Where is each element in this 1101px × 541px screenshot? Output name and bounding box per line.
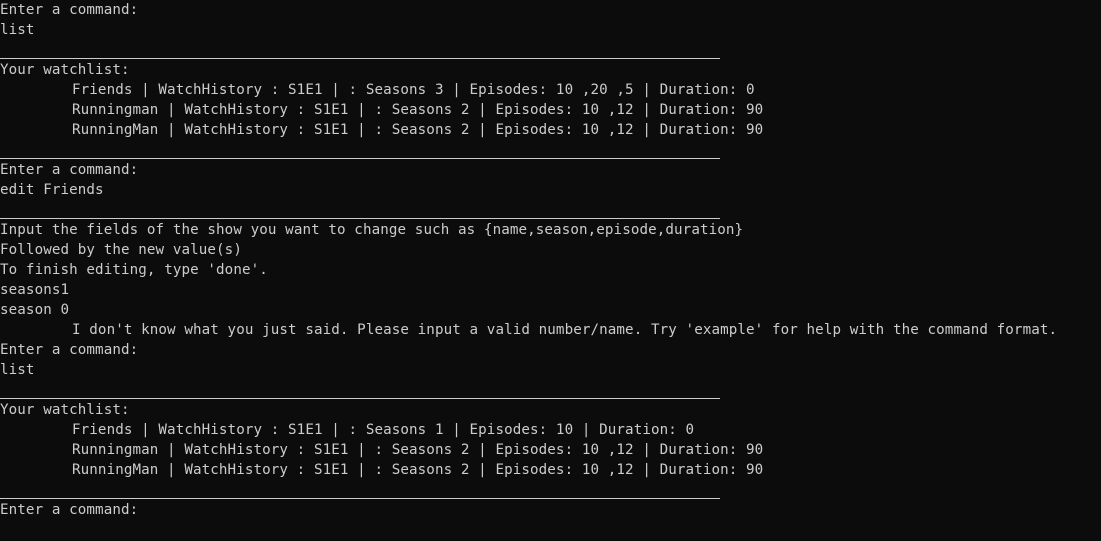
watchlist-entry: Runningman | WatchHistory : S1E1 | : Sea…: [72, 442, 764, 458]
separator-line: [0, 498, 720, 499]
watchlist-entry: RunningMan | WatchHistory : S1E1 | : Sea…: [72, 122, 764, 138]
edit-instructions-line: To finish editing, type 'done'.: [0, 262, 268, 278]
separator-line: [0, 158, 720, 159]
separator-line: [0, 398, 720, 399]
separator-line: [0, 58, 720, 59]
watchlist-header: Your watchlist:: [0, 402, 130, 418]
watchlist-entry: Friends | WatchHistory : S1E1 | : Season…: [72, 422, 695, 438]
watchlist-entry: Runningman | WatchHistory : S1E1 | : Sea…: [72, 102, 764, 118]
prompt-line: Enter a command:: [0, 2, 139, 18]
watchlist-header: Your watchlist:: [0, 62, 130, 78]
separator-line: [0, 218, 720, 219]
error-message-line: I don't know what you just said. Please …: [72, 322, 1058, 338]
prompt-line: Enter a command:: [0, 342, 139, 358]
user-input-line: season 0: [0, 302, 70, 318]
edit-instructions-line: Input the fields of the show you want to…: [0, 222, 744, 238]
prompt-line: Enter a command:: [0, 502, 139, 518]
console-output[interactable]: Enter a command: list Your watchlist: Fr…: [0, 0, 1101, 541]
user-input-line: seasons1: [0, 282, 70, 298]
prompt-line: Enter a command:: [0, 162, 139, 178]
user-input-line: list: [0, 362, 35, 378]
watchlist-entry: Friends | WatchHistory : S1E1 | : Season…: [72, 82, 755, 98]
watchlist-entry: RunningMan | WatchHistory : S1E1 | : Sea…: [72, 462, 764, 478]
user-input-line: list: [0, 22, 35, 38]
user-input-line: edit Friends: [0, 182, 104, 198]
edit-instructions-line: Followed by the new value(s): [0, 242, 242, 258]
